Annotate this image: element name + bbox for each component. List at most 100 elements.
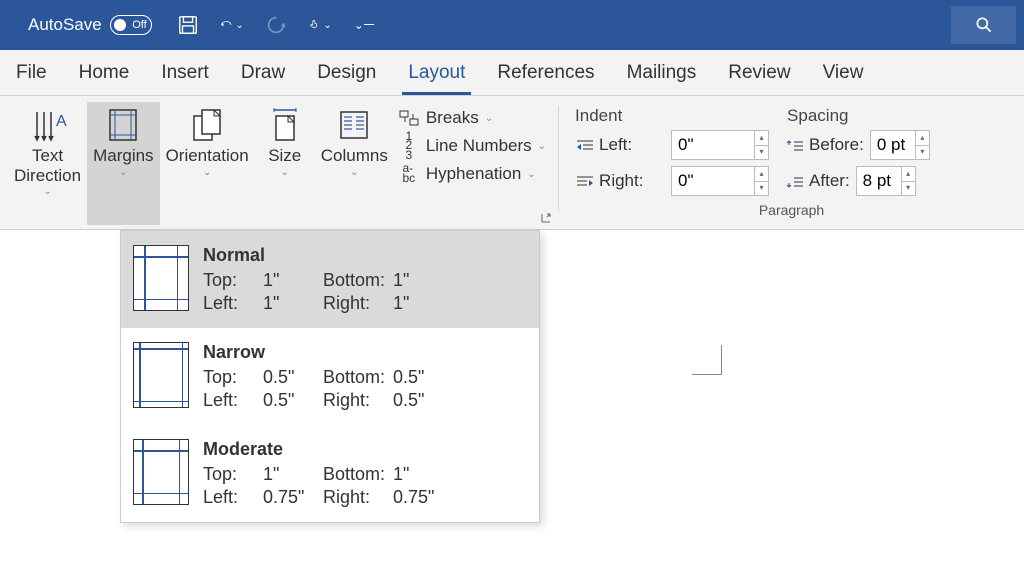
margin-right-value: 1" — [393, 293, 443, 314]
size-label: Size — [268, 146, 301, 166]
margin-right-label: Right: — [323, 487, 393, 508]
indent-left-input[interactable]: 0" ▴▾ — [671, 130, 769, 160]
tab-layout[interactable]: Layout — [392, 50, 481, 95]
autosave-label: AutoSave — [28, 15, 102, 35]
tab-design[interactable]: Design — [301, 50, 392, 95]
orientation-button[interactable]: Orientation⌄ — [160, 102, 255, 225]
tab-insert[interactable]: Insert — [145, 50, 225, 95]
save-icon[interactable] — [176, 13, 200, 37]
indent-right-label: Right: — [575, 171, 665, 191]
tab-view[interactable]: View — [807, 50, 880, 95]
breaks-button[interactable]: Breaks ⌄ — [398, 108, 546, 128]
line-numbers-label: Line Numbers — [426, 136, 532, 156]
margin-option-moderate[interactable]: Moderate Top:1" Bottom:1" Left:0.75" Rig… — [121, 425, 539, 522]
repeat-icon[interactable] — [264, 13, 288, 37]
margin-name: Narrow — [203, 342, 527, 363]
spin-down-icon[interactable]: ▾ — [915, 146, 929, 160]
ribbon: A TextDirection⌄ Margins⌄ Orientation⌄ — [0, 96, 1024, 230]
tab-mailings[interactable]: Mailings — [611, 50, 713, 95]
chevron-down-icon: ⌄ — [538, 141, 546, 152]
hyphenation-label: Hyphenation — [426, 164, 521, 184]
page-setup-dialog-launcher[interactable] — [540, 211, 552, 223]
hyphenation-button[interactable]: a-bc Hyphenation ⌄ — [398, 164, 546, 184]
autosave-toggle[interactable]: Off — [110, 15, 152, 35]
indent-header: Indent — [575, 106, 787, 126]
size-icon — [266, 106, 304, 144]
chevron-down-icon: ⌄ — [527, 169, 535, 180]
chevron-down-icon: ⌄ — [119, 167, 127, 179]
spin-down-icon[interactable]: ▾ — [901, 182, 915, 196]
chevron-down-icon: ⌄ — [350, 167, 358, 179]
margin-bottom-value: 0.5" — [393, 367, 443, 388]
columns-button[interactable]: Columns⌄ — [315, 102, 394, 225]
indent-left-label: Left: — [575, 135, 665, 155]
margin-preview-icon — [133, 245, 189, 311]
margin-bottom-label: Bottom: — [323, 464, 393, 485]
paragraph-group-label: Paragraph — [567, 202, 1016, 218]
margin-right-label: Right: — [323, 293, 393, 314]
margin-bottom-value: 1" — [393, 270, 443, 291]
spacing-before-input[interactable]: 0 pt▴▾ — [870, 130, 930, 160]
margin-top-value: 1" — [263, 270, 323, 291]
margins-button[interactable]: Margins⌄ — [87, 102, 159, 225]
hyphenation-icon: a-bc — [398, 165, 420, 183]
spacing-before-label: Before: — [785, 135, 864, 155]
spin-down-icon[interactable]: ▾ — [754, 146, 768, 160]
group-page-setup-left: A TextDirection⌄ Margins⌄ Orientation⌄ — [0, 96, 558, 229]
tab-bar: File Home Insert Draw Design Layout Refe… — [0, 50, 1024, 96]
spacing-after-input[interactable]: 8 pt ▴▾ — [856, 166, 916, 196]
spin-up-icon[interactable]: ▴ — [901, 167, 915, 182]
indent-right-value: 0" — [678, 171, 694, 191]
indent-right-input[interactable]: 0" ▴▾ — [671, 166, 769, 196]
indent-left-value: 0" — [678, 135, 694, 155]
spacing-after-label: After: — [785, 171, 850, 191]
line-numbers-button[interactable]: 123 Line Numbers ⌄ — [398, 136, 546, 156]
margin-top-value: 0.5" — [263, 367, 323, 388]
tab-home[interactable]: Home — [63, 50, 146, 95]
tab-draw[interactable]: Draw — [225, 50, 301, 95]
margin-preview-icon — [133, 439, 189, 505]
spacing-after-value: 8 pt — [863, 171, 891, 191]
margin-top-label: Top: — [203, 367, 263, 388]
margin-top-label: Top: — [203, 464, 263, 485]
spacing-before-icon — [785, 138, 805, 152]
customize-qat-icon[interactable]: ⌄ — [352, 13, 376, 37]
margin-name: Normal — [203, 245, 527, 266]
indent-left-icon — [575, 138, 595, 152]
quick-access-toolbar: ⌄ ⌄ ⌄ — [176, 13, 376, 37]
svg-text:A: A — [56, 113, 67, 130]
spin-up-icon[interactable]: ▴ — [754, 167, 768, 182]
spacing-header: Spacing — [787, 106, 848, 126]
margin-corner-mark — [692, 345, 722, 375]
breaks-icon — [398, 109, 420, 127]
indent-right-icon — [575, 174, 595, 188]
breaks-label: Breaks — [426, 108, 479, 128]
text-direction-icon: A — [29, 106, 67, 144]
margin-bottom-label: Bottom: — [323, 270, 393, 291]
margin-bottom-value: 1" — [393, 464, 443, 485]
margin-left-value: 0.75" — [263, 487, 323, 508]
search-button[interactable] — [951, 6, 1016, 44]
tab-references[interactable]: References — [481, 50, 610, 95]
tab-file[interactable]: File — [0, 50, 63, 95]
margin-right-label: Right: — [323, 390, 393, 411]
chevron-down-icon: ⌄ — [485, 113, 493, 124]
margin-right-value: 0.75" — [393, 487, 443, 508]
spin-up-icon[interactable]: ▴ — [915, 131, 929, 146]
margin-name: Moderate — [203, 439, 527, 460]
margin-option-normal[interactable]: Normal Top:1" Bottom:1" Left:1" Right:1" — [121, 231, 539, 328]
undo-icon[interactable]: ⌄ — [220, 13, 244, 37]
margin-option-narrow[interactable]: Narrow Top:0.5" Bottom:0.5" Left:0.5" Ri… — [121, 328, 539, 425]
autosave-control[interactable]: AutoSave Off — [28, 15, 152, 35]
columns-icon — [335, 106, 373, 144]
size-button[interactable]: Size⌄ — [255, 102, 315, 225]
margin-right-value: 0.5" — [393, 390, 443, 411]
spin-down-icon[interactable]: ▾ — [754, 182, 768, 196]
touch-mode-icon[interactable]: ⌄ — [308, 13, 332, 37]
text-direction-button[interactable]: A TextDirection⌄ — [8, 102, 87, 225]
spin-up-icon[interactable]: ▴ — [754, 131, 768, 146]
tab-review[interactable]: Review — [712, 50, 806, 95]
chevron-down-icon: ⌄ — [203, 167, 211, 179]
margin-left-value: 1" — [263, 293, 323, 314]
margin-top-label: Top: — [203, 270, 263, 291]
